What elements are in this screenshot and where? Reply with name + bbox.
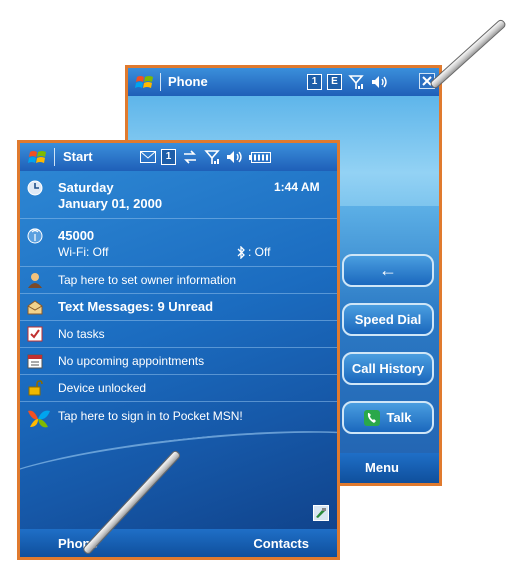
speaker-icon[interactable] — [226, 150, 244, 164]
clock-time: 1:44 AM — [274, 180, 320, 194]
talk-label: Talk — [386, 410, 412, 425]
windows-start-icon[interactable] — [135, 72, 155, 92]
today-menu-bar: Phone Contacts — [20, 529, 337, 557]
person-icon — [28, 273, 42, 288]
speed-dial-label: Speed Dial — [354, 312, 422, 327]
msn-butterfly-icon — [28, 410, 50, 428]
sim-1-icon[interactable]: 1 — [307, 74, 322, 90]
start-title[interactable]: Start — [63, 149, 93, 164]
speaker-icon[interactable] — [371, 75, 389, 89]
owner-row[interactable]: Tap here to set owner information — [20, 267, 337, 294]
calendar-icon — [27, 354, 43, 369]
signal-icon[interactable] — [348, 74, 364, 90]
phone-title-bar: Phone 1 E — [128, 68, 439, 96]
today-title-bar: Start 1 — [20, 143, 337, 171]
bluetooth-icon[interactable] — [236, 246, 246, 259]
signal-icon[interactable] — [204, 149, 220, 165]
device-status: Device unlocked — [58, 381, 147, 395]
msn-row[interactable]: Tap here to sign in to Pocket MSN! — [20, 403, 337, 429]
clock-icon — [27, 180, 43, 196]
today-window: Start 1 Saturday January 01, 2000 1:44 A… — [17, 140, 340, 560]
talk-button[interactable]: Talk — [342, 401, 434, 434]
sim-1-icon[interactable]: 1 — [161, 149, 176, 165]
device-lock-row[interactable]: Device unlocked — [20, 375, 337, 402]
antenna-icon — [27, 228, 43, 244]
speed-dial-button[interactable]: Speed Dial — [342, 303, 434, 336]
messages-row[interactable]: Text Messages: 9 Unread — [20, 294, 337, 321]
msn-signin: Tap here to sign in to Pocket MSN! — [58, 409, 243, 423]
date-day: Saturday — [58, 180, 114, 195]
phone-title: Phone — [168, 74, 208, 89]
battery-icon[interactable] — [249, 152, 271, 163]
e-network-icon[interactable]: E — [327, 74, 342, 90]
background-swoosh — [20, 416, 337, 522]
call-history-label: Call History — [351, 361, 425, 376]
title-separator — [54, 148, 55, 166]
title-separator — [160, 73, 161, 91]
backspace-button[interactable]: ← — [342, 254, 434, 287]
connectivity-icon[interactable] — [182, 150, 198, 164]
padlock-icon — [28, 380, 43, 396]
wifi-status[interactable]: Wi-Fi: Off — [58, 245, 108, 259]
connection-row[interactable]: 45000 Wi-Fi: Off : Off — [20, 219, 337, 267]
messaging-icon — [27, 300, 43, 315]
text-messages: Text Messages: 9 Unread — [58, 299, 214, 314]
backspace-icon: ← — [379, 260, 397, 280]
windows-start-icon[interactable] — [28, 147, 48, 167]
tasks-status: No tasks — [58, 327, 105, 341]
phone-handset-icon — [364, 409, 381, 426]
appointments-status: No upcoming appointments — [58, 354, 205, 368]
date-full: January 01, 2000 — [58, 196, 163, 211]
owner-info: Tap here to set owner information — [58, 273, 237, 287]
stylus-top-right — [428, 18, 508, 90]
contacts-softkey[interactable]: Contacts — [253, 536, 309, 551]
calendar-row[interactable]: No upcoming appointments — [20, 348, 337, 375]
date-row[interactable]: Saturday January 01, 2000 1:44 AM — [20, 171, 337, 219]
tasks-row[interactable]: No tasks — [20, 321, 337, 348]
envelope-icon[interactable] — [140, 151, 156, 163]
carrier-name: 45000 — [58, 228, 95, 243]
bluetooth-status[interactable]: : Off — [248, 245, 270, 259]
input-panel-icon[interactable] — [313, 505, 329, 521]
call-history-button[interactable]: Call History — [342, 352, 434, 385]
tasks-icon — [27, 326, 43, 342]
menu-softkey[interactable]: Menu — [365, 460, 399, 475]
